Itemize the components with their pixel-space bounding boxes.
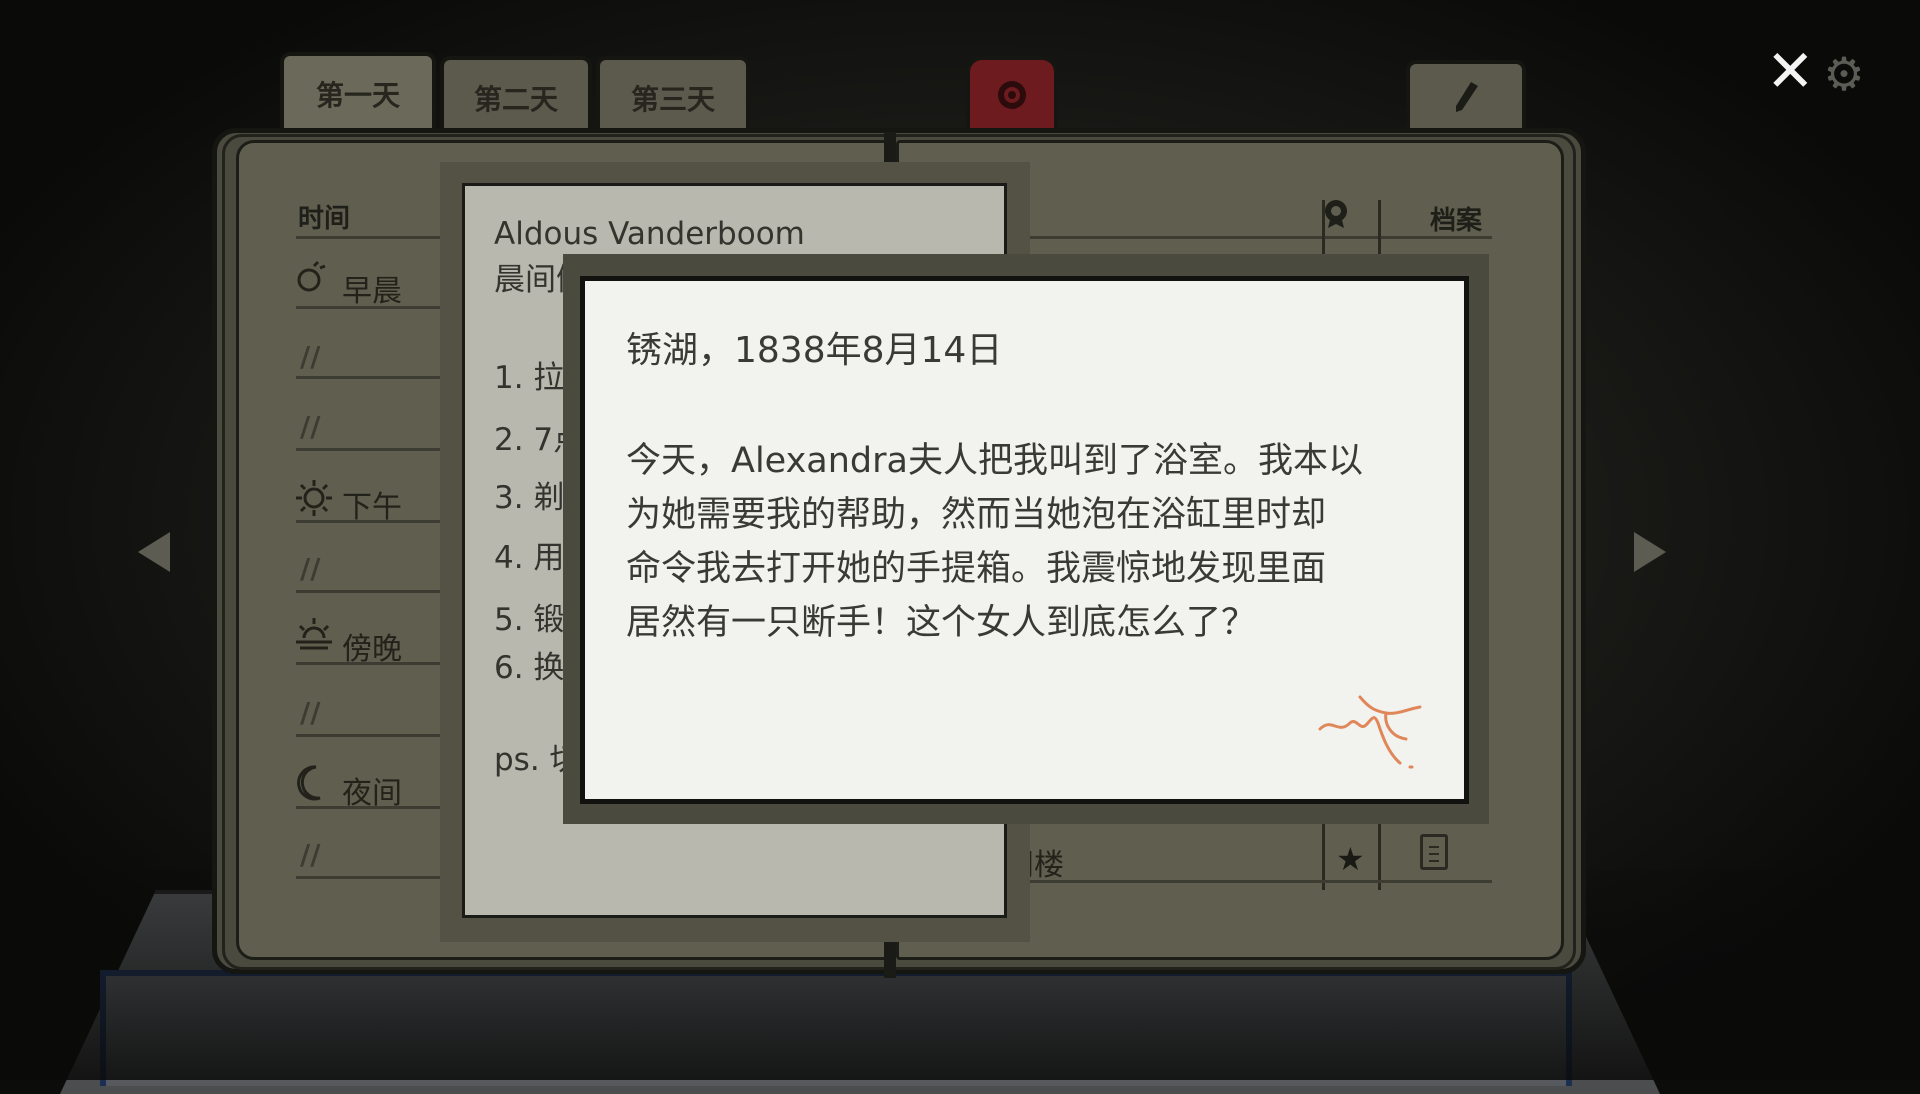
gear-icon[interactable]: ⚙ bbox=[1822, 51, 1866, 97]
tab-ribbon[interactable] bbox=[966, 56, 1058, 136]
archive-header: 档案 bbox=[1430, 206, 1483, 236]
empty-slot-mark: // bbox=[300, 340, 321, 373]
time-morning-label: 早晨 bbox=[342, 274, 402, 309]
arrow-left-icon[interactable] bbox=[134, 530, 174, 574]
star-icon[interactable]: ★ bbox=[1336, 840, 1365, 878]
pen-icon bbox=[1456, 82, 1478, 112]
signature-mark bbox=[1318, 695, 1422, 769]
tab-day-3[interactable]: 第三天 bbox=[596, 56, 750, 136]
rosette-icon bbox=[998, 81, 1026, 109]
letter-line: 居然有一只断手！这个女人到底怎么了？ bbox=[626, 603, 1257, 643]
tab-day-1[interactable]: 第一天 bbox=[280, 52, 436, 132]
note-name: Aldous Vanderboom bbox=[494, 216, 805, 252]
empty-slot-mark: // bbox=[300, 838, 321, 871]
moon-icon bbox=[294, 764, 326, 811]
sunset-icon bbox=[294, 616, 334, 661]
arrow-right-icon[interactable] bbox=[1630, 530, 1670, 574]
tab-day-1-label: 第一天 bbox=[315, 79, 400, 112]
empty-slot-mark: // bbox=[300, 696, 321, 729]
rosette-column-icon bbox=[1322, 198, 1350, 232]
time-header: 时间 bbox=[298, 204, 351, 234]
letter-body: 今天，Alexandra夫人把我叫到了浴室。我本以 为她需要我的帮助，然而当她泡… bbox=[626, 434, 1416, 650]
letter-line: 为她需要我的帮助，然而当她泡在浴缸里时却 bbox=[626, 495, 1327, 535]
tab-day-3-label: 第三天 bbox=[630, 83, 715, 116]
sunrise-icon bbox=[294, 260, 328, 303]
right-header-line bbox=[1010, 236, 1492, 239]
tab-notes[interactable] bbox=[1406, 60, 1526, 136]
letter-date: 锈湖，1838年8月14日 bbox=[626, 330, 1003, 371]
tab-day-2-label: 第二天 bbox=[473, 83, 558, 116]
document-icon[interactable] bbox=[1420, 834, 1448, 870]
empty-slot-mark: // bbox=[300, 552, 321, 585]
close-icon[interactable]: ✕ bbox=[1766, 42, 1815, 100]
letter-popup[interactable]: 锈湖，1838年8月14日 今天，Alexandra夫人把我叫到了浴室。我本以 … bbox=[580, 276, 1469, 804]
letter-line: 命令我去打开她的手提箱。我震惊地发现里面 bbox=[626, 549, 1327, 589]
tab-day-2[interactable]: 第二天 bbox=[440, 56, 592, 136]
letter-line: 今天，Alexandra夫人把我叫到了浴室。我本以 bbox=[626, 441, 1363, 481]
row-divider bbox=[1010, 880, 1492, 883]
empty-slot-mark: // bbox=[300, 410, 321, 443]
